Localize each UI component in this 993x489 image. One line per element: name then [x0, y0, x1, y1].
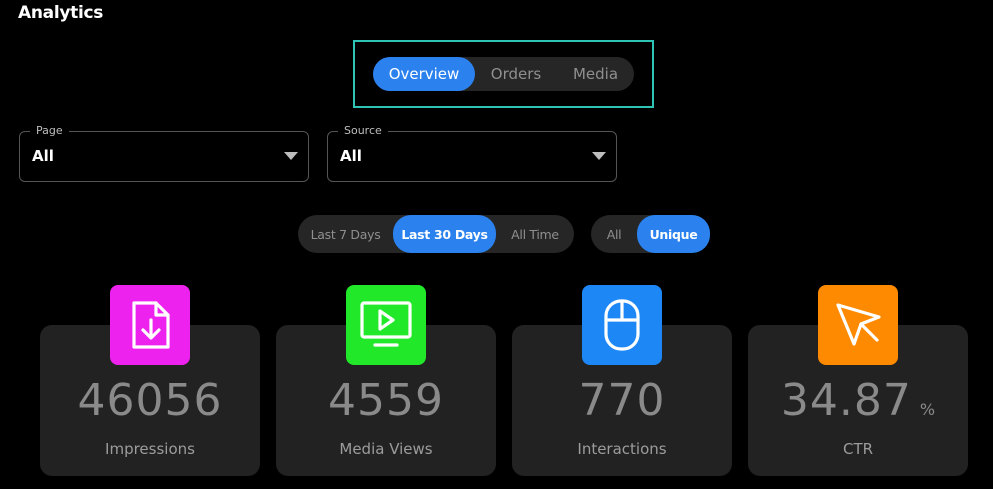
caret-down-icon	[284, 152, 298, 160]
monitor-play-icon	[346, 285, 426, 365]
stat-number: 34.87	[780, 375, 912, 426]
stat-value: 4559	[276, 375, 496, 426]
stat-number: 4559	[328, 375, 444, 426]
stat-label: Media Views	[339, 440, 433, 458]
source-select[interactable]: Source All	[327, 124, 617, 182]
stat-value: 770	[512, 375, 732, 426]
range-all-time[interactable]: All Time	[496, 215, 574, 253]
tab-overview[interactable]: Overview	[373, 57, 475, 91]
stat-unit: %	[919, 400, 936, 419]
cursor-arrow-icon	[818, 285, 898, 365]
stat-number: 46056	[77, 375, 223, 426]
tab-orders[interactable]: Orders	[475, 57, 557, 91]
stat-label: Impressions	[105, 440, 195, 458]
stat-number: 770	[578, 375, 666, 426]
page-select-label: Page	[30, 124, 69, 138]
page-title: Analytics	[18, 3, 104, 23]
document-download-icon	[110, 285, 190, 365]
uniqueness-all[interactable]: All	[591, 215, 637, 253]
source-select-value: All	[340, 147, 362, 165]
range-last-30-days[interactable]: Last 30 Days	[393, 215, 496, 253]
source-select-label: Source	[338, 124, 388, 138]
main-tabs: Overview Orders Media	[373, 57, 634, 91]
date-range-tabs: Last 7 Days Last 30 Days All Time	[298, 215, 574, 253]
page-select[interactable]: Page All	[19, 124, 309, 182]
stat-label: Interactions	[577, 440, 667, 458]
stat-label: CTR	[842, 440, 874, 458]
uniqueness-unique[interactable]: Unique	[637, 215, 710, 253]
caret-down-icon	[592, 152, 606, 160]
stat-value: 46056	[40, 375, 260, 426]
uniqueness-tabs: All Unique	[591, 215, 710, 253]
tab-media[interactable]: Media	[557, 57, 634, 91]
range-last-7-days[interactable]: Last 7 Days	[298, 215, 393, 253]
stat-value: 34.87%	[748, 375, 968, 426]
page-select-value: All	[32, 147, 54, 165]
mouse-icon	[582, 285, 662, 365]
